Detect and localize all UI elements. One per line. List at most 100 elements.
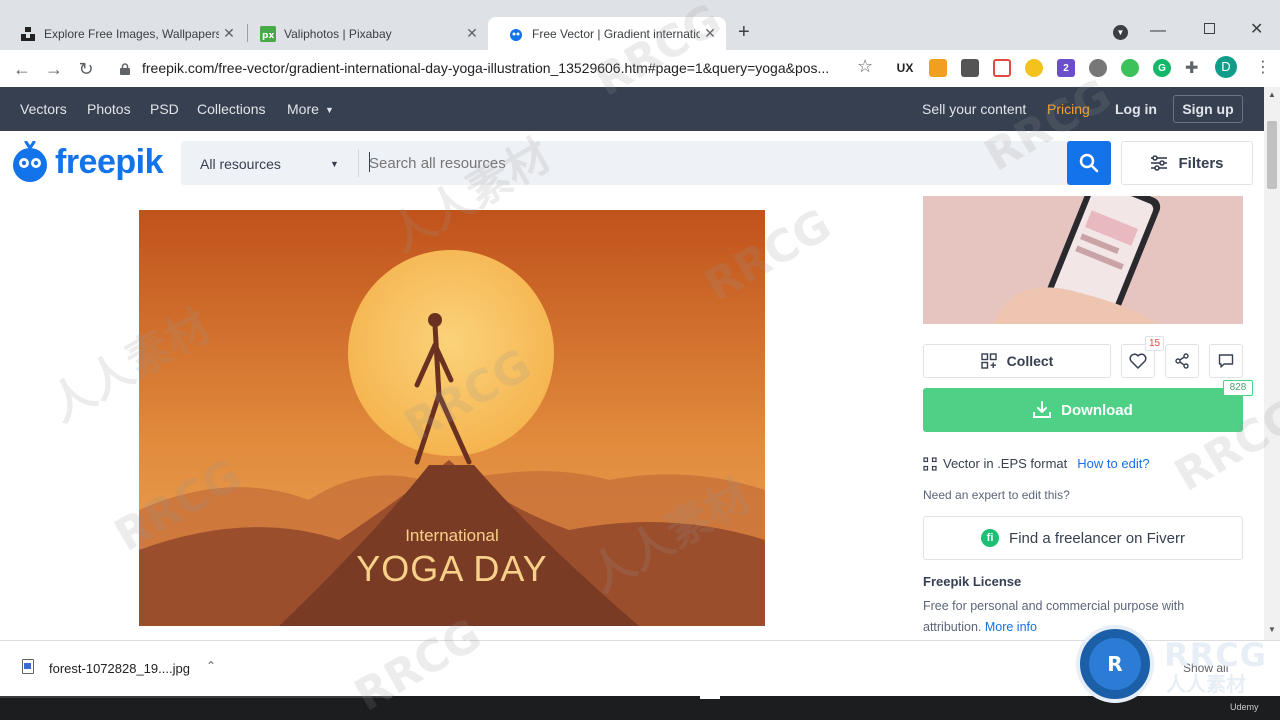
video-bottom-strip: Udemy — [0, 696, 1280, 720]
freepik-logo-icon[interactable] — [10, 140, 50, 182]
search-button[interactable] — [1067, 141, 1111, 185]
extensions-puzzle-icon[interactable]: ✚ — [1185, 58, 1198, 78]
share-icon — [1175, 353, 1189, 369]
format-text: Vector in .EPS format — [943, 456, 1068, 471]
login-link[interactable]: Log in — [1115, 101, 1157, 117]
yoga-day-artwork[interactable]: International YOGA DAY — [139, 210, 765, 626]
reload-icon[interactable]: ↻ — [74, 57, 98, 81]
share-button[interactable] — [1165, 344, 1199, 378]
page-scrollbar[interactable]: ▲ ▼ — [1264, 87, 1280, 640]
resource-select-caret-icon: ▼ — [330, 159, 339, 169]
license-title: Freepik License — [923, 574, 1022, 589]
comment-icon — [1218, 354, 1234, 368]
tab-search-icon[interactable]: ▼ — [1113, 25, 1128, 40]
site-header: freepik All resources ▼ Filters — [0, 131, 1264, 195]
profile-avatar[interactable]: D — [1215, 56, 1237, 78]
filters-icon — [1151, 155, 1168, 171]
pricing-link[interactable]: Pricing — [1047, 101, 1090, 117]
extension-green-icon[interactable] — [1121, 59, 1139, 77]
freepik-logo-text[interactable]: freepik — [55, 143, 164, 182]
ad-banner-image[interactable] — [923, 196, 1243, 324]
svg-text:px: px — [262, 31, 274, 41]
url-text[interactable]: freepik.com/free-vector/gradient-interna… — [142, 60, 829, 76]
browser-tab-freepik[interactable]: Free Vector | Gradient internatio ✕ — [488, 17, 726, 50]
rrcg-logo-icon: R — [1089, 638, 1141, 690]
rrcg-logo-badge: R — [1076, 625, 1154, 703]
browser-menu-icon[interactable]: ⋮ — [1255, 57, 1271, 77]
extension-target-icon[interactable] — [993, 59, 1011, 77]
rrcg-cn-text: 人人素材 — [1166, 672, 1246, 696]
comment-button[interactable] — [1209, 344, 1243, 378]
download-label: Download — [1061, 401, 1133, 419]
fiverr-button[interactable]: fi Find a freelancer on Fiverr — [923, 516, 1243, 560]
bookmark-star-icon[interactable]: ☆ — [857, 56, 873, 77]
file-icon — [22, 659, 34, 674]
tab-title: Explore Free Images, Wallpapers — [44, 26, 219, 41]
fiverr-label: Find a freelancer on Fiverr — [1009, 529, 1185, 547]
freepik-favicon-icon — [508, 26, 524, 42]
more-info-link[interactable]: More info — [985, 620, 1037, 634]
collect-button[interactable]: Collect — [923, 344, 1111, 378]
extension-camera-icon[interactable] — [961, 59, 979, 77]
collect-icon — [980, 353, 997, 369]
pixabay-favicon-icon: px — [260, 25, 276, 42]
download-options-chevron-icon[interactable]: ⌃ — [206, 659, 216, 673]
collect-label: Collect — [1006, 353, 1054, 369]
heart-icon — [1129, 353, 1147, 369]
site-top-nav: Vectors Photos PSD Collections More ▼ Se… — [0, 87, 1264, 131]
minimize-icon[interactable]: — — [1150, 22, 1166, 40]
browser-toolbar: ← → ↻ freepik.com/free-vector/gradient-i… — [0, 50, 1280, 87]
new-tab-button[interactable]: + — [738, 21, 750, 44]
unsplash-favicon-icon — [20, 26, 36, 42]
nav-photos[interactable]: Photos — [87, 101, 131, 117]
extension-shield-icon[interactable] — [1025, 59, 1043, 77]
like-count-badge: 15 — [1145, 336, 1164, 351]
browser-tab-pixabay[interactable]: px Valiphotos | Pixabay ✕ — [240, 17, 488, 50]
extension-owl-icon[interactable] — [1089, 59, 1107, 77]
nav-more[interactable]: More — [287, 101, 319, 117]
tab-title: Free Vector | Gradient internatio — [532, 26, 700, 41]
expert-text: Need an expert to edit this? — [923, 488, 1070, 502]
grammarly-icon[interactable]: G — [1153, 59, 1171, 77]
search-icon — [1079, 153, 1099, 173]
download-file-name[interactable]: forest-1072828_19....jpg — [49, 661, 190, 676]
download-count-badge: 828 — [1223, 380, 1253, 396]
extension-purple-icon[interactable]: 2 — [1057, 59, 1075, 77]
forward-arrow-icon[interactable]: → — [42, 57, 66, 81]
browser-tab-strip: Explore Free Images, Wallpapers ✕ px Val… — [0, 0, 1280, 50]
tab-title: Valiphotos | Pixabay — [284, 26, 392, 41]
search-input[interactable] — [369, 151, 1059, 175]
back-arrow-icon[interactable]: ← — [10, 57, 34, 81]
scroll-down-icon[interactable]: ▼ — [1268, 625, 1276, 634]
resource-select[interactable]: All resources — [200, 156, 281, 172]
browser-tab-unsplash[interactable]: Explore Free Images, Wallpapers ✕ — [0, 17, 245, 50]
download-button[interactable]: Download — [923, 388, 1243, 432]
license-block: Free for personal and commercial purpose… — [923, 596, 1223, 638]
lock-icon[interactable] — [120, 62, 130, 75]
close-window-icon[interactable]: ✕ — [1250, 19, 1263, 39]
scrollbar-thumb[interactable] — [1267, 121, 1277, 189]
restore-icon[interactable] — [1204, 23, 1215, 34]
nav-psd[interactable]: PSD — [150, 101, 179, 117]
sell-content-link[interactable]: Sell your content — [922, 101, 1026, 117]
tab-close-icon[interactable]: ✕ — [219, 25, 239, 42]
nav-collections[interactable]: Collections — [197, 101, 265, 117]
filters-button[interactable]: Filters — [1121, 141, 1253, 185]
how-to-edit-link[interactable]: How to edit? — [1077, 456, 1149, 471]
nav-vectors[interactable]: Vectors — [20, 101, 67, 117]
extension-orange-icon[interactable] — [929, 59, 947, 77]
ux-extension-icon[interactable]: UX — [896, 59, 914, 77]
filters-label: Filters — [1178, 154, 1224, 172]
tab-close-icon[interactable]: ✕ — [700, 25, 720, 42]
udemy-watermark: Udemy — [1230, 702, 1259, 712]
license-text: Free for personal and commercial purpose… — [923, 599, 1185, 634]
tab-close-icon[interactable]: ✕ — [462, 25, 482, 42]
format-info: Vector in .EPS format How to edit? — [923, 456, 1150, 471]
more-caret-icon: ▼ — [325, 105, 334, 115]
fiverr-icon: fi — [981, 529, 1000, 547]
artwork-line1: International — [405, 526, 499, 545]
download-icon — [1033, 401, 1052, 418]
signup-button[interactable]: Sign up — [1173, 95, 1243, 123]
scroll-up-icon[interactable]: ▲ — [1268, 90, 1276, 99]
artwork-line2: YOGA DAY — [356, 548, 548, 589]
